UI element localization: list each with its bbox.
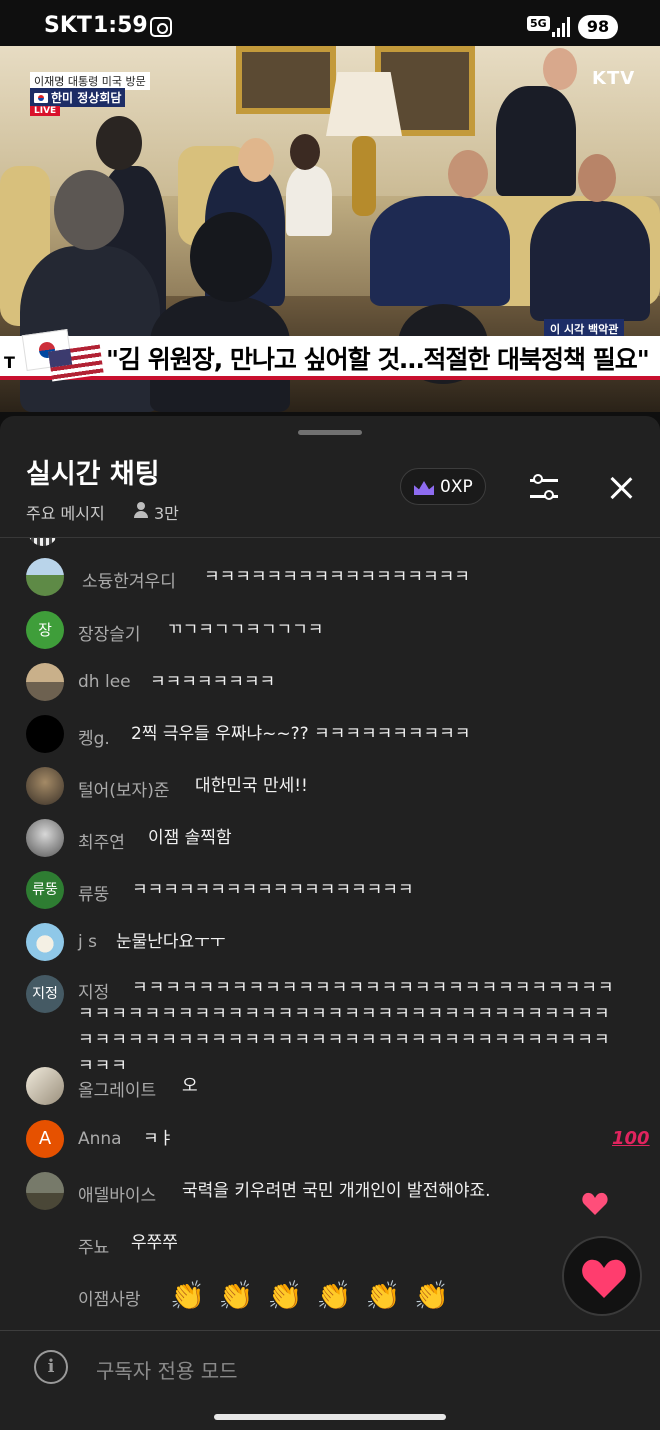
message-text: 국력을 키우려면 국민 개개인이 발전해야죠. xyxy=(182,1181,491,1201)
author-name[interactable]: Anna xyxy=(78,1129,122,1149)
chat-message-list[interactable]: 소듕한겨우디 ㅋㅋㅋㅋㅋㅋㅋㅋㅋㅋㅋㅋㅋㅋㅋㅋㅋ 장 장장슬기 ㄲㄱㅋㄱㄱㅋㄱㄱ… xyxy=(0,538,660,1328)
message-text: 2찍 극우들 우짜냐~~?? ㅋㅋㅋㅋㅋㅋㅋㅋㅋㅋ xyxy=(131,724,471,744)
message-text: 대한민국 만세!! xyxy=(195,776,308,796)
clock: 1:59 xyxy=(93,13,148,38)
avatar[interactable]: 지정 xyxy=(26,975,64,1013)
person-head xyxy=(96,116,142,170)
person-head xyxy=(190,212,272,302)
author-name[interactable]: 류뚱 xyxy=(78,880,109,905)
person-figure xyxy=(370,196,510,306)
xp-button[interactable]: 0XP xyxy=(400,468,486,505)
person-head xyxy=(290,134,320,170)
avatar[interactable] xyxy=(26,663,64,701)
hundred-points-icon: 100 xyxy=(612,1128,650,1149)
crown-icon xyxy=(414,481,434,495)
drag-handle[interactable] xyxy=(298,430,362,435)
person-figure xyxy=(530,201,650,321)
message-text: 우쭈쭈 xyxy=(131,1233,178,1253)
divider xyxy=(0,1330,660,1331)
network-badge: 5G xyxy=(527,16,550,31)
message-text: ㄲㄱㅋㄱㄱㅋㄱㄱㄱㅋ xyxy=(167,620,324,640)
avatar[interactable] xyxy=(26,1172,64,1210)
author-name[interactable]: 애델바이스 xyxy=(78,1181,156,1206)
person-head xyxy=(448,150,488,198)
avatar[interactable] xyxy=(26,923,64,961)
message-text: 이잼 솔찍함 xyxy=(148,828,232,848)
person-head xyxy=(238,138,274,182)
summit-badge-label: 한미 정상회담 xyxy=(51,91,122,105)
lamp-shade xyxy=(326,72,402,136)
avatar[interactable] xyxy=(26,715,64,753)
info-icon[interactable]: i xyxy=(34,1350,68,1384)
person-head xyxy=(578,154,616,202)
author-name[interactable]: 장장슬기 xyxy=(78,620,141,645)
chat-title: 실시간 채팅 xyxy=(26,459,160,490)
person-head xyxy=(54,170,124,250)
chat-mode-dropdown[interactable]: 주요 메시지 xyxy=(26,500,105,524)
author-name[interactable]: 주뇨 xyxy=(78,1233,109,1258)
headline-caption: "김 위원장, 만나고 싶어할 것…적절한 대북정책 필요" xyxy=(106,345,650,374)
battery-indicator: 98 xyxy=(578,15,618,39)
heart-icon xyxy=(582,1192,608,1216)
message-text: ㅋㅋㅋㅋㅋㅋㅋㅋㅋㅋㅋㅋㅋㅋㅋㅋㅋㅋ xyxy=(132,880,414,900)
avatar[interactable]: 류뚱 xyxy=(26,871,64,909)
avatar[interactable]: A xyxy=(26,1120,64,1158)
author-name[interactable]: 소듕한겨우디 xyxy=(82,567,176,592)
person-figure xyxy=(20,246,160,412)
message-text: ㅋㅋㅋㅋㅋㅋㅋㅋㅋㅋㅋㅋㅋㅋㅋㅋㅋ xyxy=(204,567,470,587)
message-text: ㅋㅋㅋㅋㅋㅋㅋㅋ xyxy=(150,672,276,692)
author-name[interactable]: 털어(보자)준 xyxy=(78,776,169,801)
video-player[interactable]: 이재명 대통령 미국 방문 한미 정상회담 LIVE KTV 이 시각 백악관 … xyxy=(0,46,660,412)
author-name[interactable]: 이잼사랑 xyxy=(78,1285,141,1310)
avatar[interactable] xyxy=(26,558,64,596)
filter-settings-icon[interactable] xyxy=(524,468,564,508)
live-badge: LIVE xyxy=(30,106,61,116)
flags-graphic xyxy=(21,328,104,382)
person-head xyxy=(543,48,577,90)
painting-frame xyxy=(236,46,336,114)
screen-record-icon xyxy=(150,17,172,37)
author-name[interactable]: 최주연 xyxy=(78,828,125,853)
avatar[interactable]: 장 xyxy=(26,611,64,649)
carrier-label: SKT xyxy=(44,13,92,38)
reaction-button[interactable] xyxy=(562,1236,642,1316)
korea-flag-icon xyxy=(34,93,48,103)
avatar[interactable] xyxy=(26,819,64,857)
floating-heart-icon xyxy=(582,1192,608,1216)
broadcaster-logo: KTV xyxy=(592,68,636,89)
signal-icon xyxy=(552,17,570,37)
message-text: 👏👏👏👏👏👏 xyxy=(170,1279,464,1312)
author-name[interactable]: 올그레이트 xyxy=(78,1076,156,1101)
summit-badge: 한미 정상회담 xyxy=(30,88,126,107)
author-name[interactable]: j s xyxy=(78,932,97,952)
avatar xyxy=(28,538,58,546)
message-text: ㅋㅋㅋㅋㅋㅋㅋㅋㅋㅋㅋㅋㅋㅋㅋㅋㅋㅋㅋㅋㅋㅋㅋㅋㅋㅋㅋㅋㅋㅋㅋㅋㅋㅋㅋㅋㅋㅋㅋㅋ… xyxy=(78,978,615,1076)
lamp-base xyxy=(352,136,376,216)
avatar[interactable] xyxy=(26,767,64,805)
message-text: ㅋㅑ xyxy=(143,1129,175,1149)
person-figure xyxy=(286,166,332,236)
person-icon xyxy=(133,502,149,518)
author-name[interactable]: dh lee xyxy=(78,672,131,692)
viewer-count: 3만 xyxy=(154,504,179,523)
xp-value: 0XP xyxy=(440,477,473,497)
close-icon[interactable] xyxy=(601,468,641,508)
chat-input-placeholder: 구독자 전용 모드 xyxy=(96,1359,238,1383)
home-indicator[interactable] xyxy=(214,1414,446,1420)
message-text: 오 xyxy=(182,1076,198,1096)
author-name[interactable]: 켕g. xyxy=(78,724,110,749)
usa-flag-icon xyxy=(48,344,104,382)
headline-side-text: T xyxy=(4,353,15,372)
message-text: 눈물난다요ㅜㅜ xyxy=(116,932,226,952)
status-bar: SKT 1:59 5G 98 xyxy=(0,0,660,46)
avatar[interactable] xyxy=(26,1067,64,1105)
live-chat-panel: 실시간 채팅 주요 메시지 3만 0XP 소듕한겨우디 ㅋㅋㅋㅋㅋㅋㅋㅋㅋㅋㅋㅋ… xyxy=(0,416,660,1430)
person-figure xyxy=(496,86,576,196)
heart-icon xyxy=(582,1258,626,1298)
